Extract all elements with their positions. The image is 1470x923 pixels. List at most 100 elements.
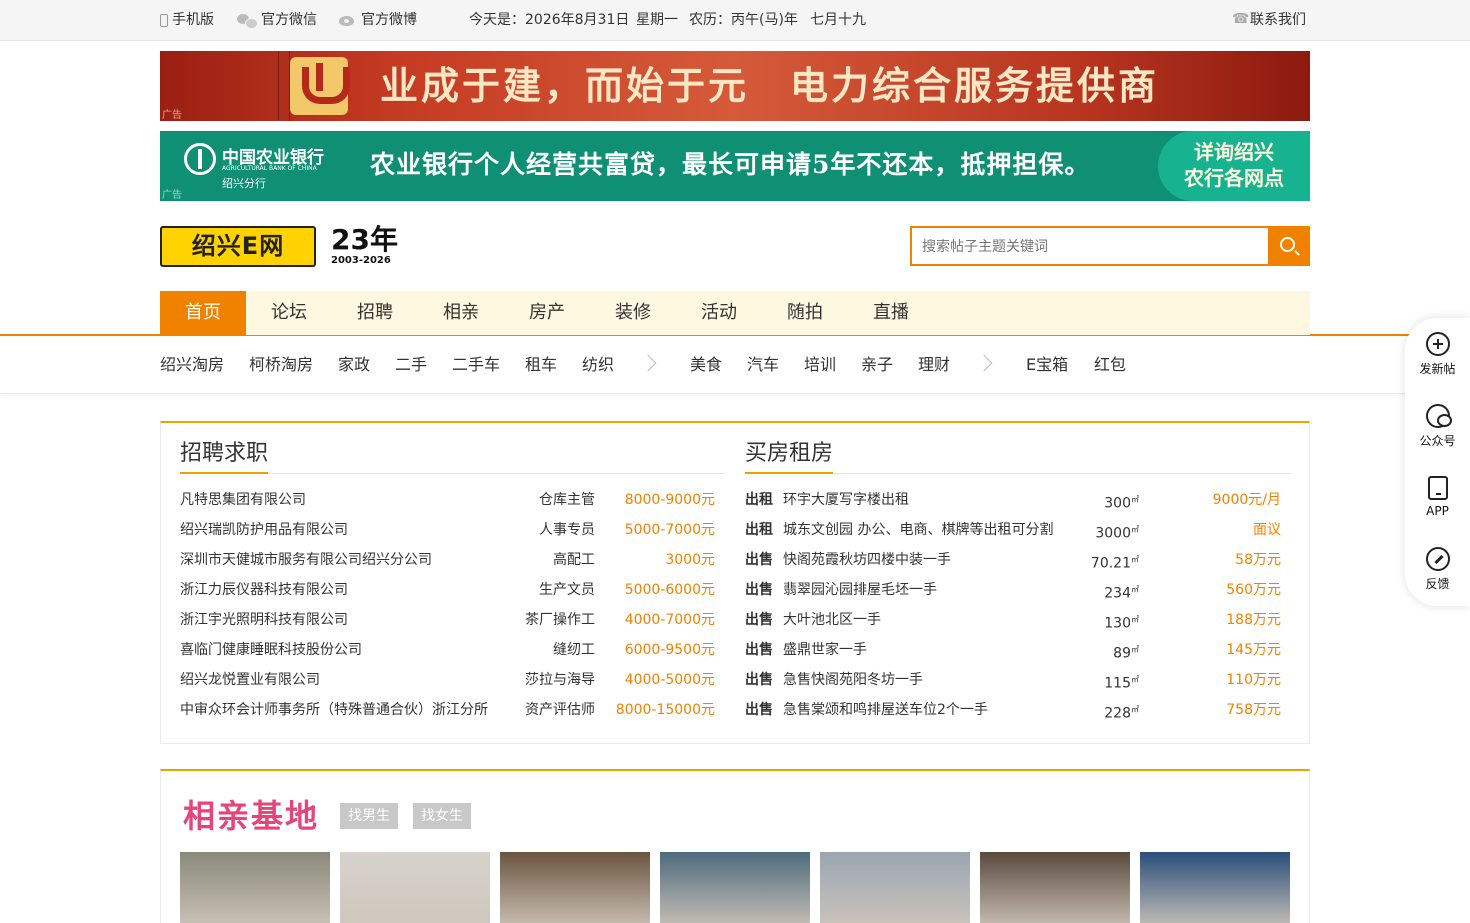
job-salary: 8000-15000元 [615, 702, 715, 718]
subnav-item[interactable]: 家政 [338, 336, 370, 394]
nav-forum[interactable]: 论坛 [246, 291, 332, 335]
subnav-item[interactable]: 柯桥淘房 [249, 336, 313, 394]
wechat-link[interactable]: 官方微信 [237, 0, 317, 40]
job-position: 莎拉与海导 [525, 672, 595, 688]
mobile-link[interactable]: 手机版 [160, 0, 214, 40]
job-row[interactable]: 绍兴瑞凯防护用品有限公司 人事专员 5000-7000元 [180, 515, 715, 545]
find-male-button[interactable]: 找男生 [340, 803, 398, 829]
job-company[interactable]: 绍兴龙悦置业有限公司 [180, 665, 320, 695]
dating-profile-photo[interactable] [340, 852, 490, 923]
housing-type: 出售 [745, 672, 773, 688]
ad-banner-abc-cta[interactable]: 详询绍兴 农行各网点 [1158, 131, 1310, 201]
job-row[interactable]: 凡特思集团有限公司 仓库主管 8000-9000元 [180, 485, 715, 515]
job-row[interactable]: 喜临门健康睡眠科技股份公司 缝纫工 6000-9500元 [180, 635, 715, 665]
search-input[interactable] [910, 226, 1269, 266]
feedback-label: 反馈 [1425, 577, 1450, 591]
subnav-item[interactable]: 汽车 [747, 336, 779, 394]
jobs-section-title[interactable]: 招聘求职 [180, 435, 268, 467]
search-button[interactable] [1268, 226, 1310, 266]
housing-title[interactable]: 环宇大厦写字楼出租 [783, 485, 909, 515]
dating-section-logo[interactable]: 相亲基地 [183, 791, 319, 837]
subnav-item[interactable]: 美食 [690, 336, 722, 394]
dating-profile-photo[interactable] [1140, 852, 1290, 923]
job-company[interactable]: 浙江宇光照明科技有限公司 [180, 605, 348, 635]
housing-title[interactable]: 急售快阁苑阳冬坊一手 [783, 665, 923, 695]
job-row[interactable]: 中审众环会计师事务所（特殊普通合伙）浙江分所 资产评估师 8000-15000元 [180, 695, 715, 725]
nav-dating[interactable]: 相亲 [418, 291, 504, 335]
new-post-label: 发新帖 [1419, 362, 1456, 376]
housing-title[interactable]: 城东文创园 办公、电商、棋牌等出租可分割 [783, 515, 1053, 545]
subnav-item[interactable]: 租车 [525, 336, 557, 394]
weibo-link[interactable]: 官方微博 [339, 0, 417, 40]
subnav-item[interactable]: 二手车 [452, 336, 500, 394]
weibo-icon [339, 14, 357, 27]
job-row[interactable]: 绍兴龙悦置业有限公司 莎拉与海导 4000-5000元 [180, 665, 715, 695]
nav-realestate[interactable]: 房产 [504, 291, 590, 335]
subnav-item[interactable]: 红包 [1094, 336, 1126, 394]
chevron-right-icon [975, 354, 993, 372]
housing-row[interactable]: 出售 急售棠颂和鸣排屋送车位2个一手 228㎡ 758万元 [745, 695, 1281, 725]
housing-title[interactable]: 大叶池北区一手 [783, 605, 881, 635]
new-post-button[interactable]: 发新帖 [1405, 332, 1470, 392]
nav-decoration[interactable]: 装修 [590, 291, 676, 335]
housing-area-unit: ㎡ [1131, 525, 1139, 534]
dating-profile-photo[interactable] [500, 852, 650, 923]
job-row[interactable]: 浙江宇光照明科技有限公司 茶厂操作工 4000-7000元 [180, 605, 715, 635]
housing-title-accent [745, 472, 833, 474]
housing-row[interactable]: 出租 城东文创园 办公、电商、棋牌等出租可分割 3000㎡ 面议 [745, 515, 1281, 545]
official-account-button[interactable]: 公众号 [1405, 404, 1470, 464]
housing-type: 出租 [745, 492, 773, 508]
dating-profile-photo[interactable] [820, 852, 970, 923]
job-salary: 5000-7000元 [624, 522, 715, 538]
anniversary-badge: 23年 2003-2026 [331, 224, 398, 266]
job-company[interactable]: 中审众环会计师事务所（特殊普通合伙）浙江分所 [180, 695, 488, 725]
subnav-item[interactable]: 培训 [804, 336, 836, 394]
subnav-item[interactable]: 纺织 [582, 336, 614, 394]
housing-row[interactable]: 出售 急售快阁苑阳冬坊一手 115㎡ 110万元 [745, 665, 1281, 695]
job-company[interactable]: 绍兴瑞凯防护用品有限公司 [180, 515, 348, 545]
job-company[interactable]: 深圳市天健城市服务有限公司绍兴分公司 [180, 545, 432, 575]
job-company[interactable]: 喜临门健康睡眠科技股份公司 [180, 635, 362, 665]
feedback-button[interactable]: 反馈 [1405, 547, 1470, 607]
housing-row[interactable]: 出售 翡翠园沁园排屋毛坯一手 234㎡ 560万元 [745, 575, 1281, 605]
lunar-year: 农历：丙午(马)年 [689, 12, 798, 28]
dating-profile-photo[interactable] [980, 852, 1130, 923]
housing-title[interactable]: 盛鼎世家一手 [783, 635, 867, 665]
nav-snapshots[interactable]: 随拍 [762, 291, 848, 335]
dating-profile-photo[interactable] [180, 852, 330, 923]
subnav-item[interactable]: 二手 [395, 336, 427, 394]
nav-live[interactable]: 直播 [848, 291, 934, 335]
housing-title[interactable]: 翡翠园沁园排屋毛坯一手 [783, 575, 937, 605]
job-company[interactable]: 凡特思集团有限公司 [180, 485, 306, 515]
job-row[interactable]: 深圳市天健城市服务有限公司绍兴分公司 高配工 3000元 [180, 545, 715, 575]
housing-area-unit: ㎡ [1131, 495, 1139, 504]
subnav-item[interactable]: 亲子 [861, 336, 893, 394]
dating-profile-photo[interactable] [660, 852, 810, 923]
housing-type: 出租 [745, 522, 773, 538]
subnav-item[interactable]: E宝箱 [1026, 336, 1068, 394]
site-logo[interactable]: 绍兴E网 [160, 226, 316, 267]
ad-banner-power[interactable]: 业成于建，而始于元 电力综合服务提供商 广告 [160, 51, 1310, 121]
housing-type: 出售 [745, 612, 773, 628]
subnav-item[interactable]: 理财 [918, 336, 950, 394]
find-female-button[interactable]: 找女生 [413, 803, 471, 829]
ad-banner-abc[interactable]: 中国农业银行 AGRICULTURAL BANK OF CHINA 绍兴分行 农… [160, 131, 1310, 201]
nav-home[interactable]: 首页 [160, 291, 246, 335]
housing-title[interactable]: 急售棠颂和鸣排屋送车位2个一手 [783, 695, 988, 725]
nav-jobs[interactable]: 招聘 [332, 291, 418, 335]
app-button[interactable]: APP [1405, 476, 1470, 536]
housing-area-value: 3000 [1095, 525, 1131, 542]
housing-row[interactable]: 出售 大叶池北区一手 130㎡ 188万元 [745, 605, 1281, 635]
job-company[interactable]: 浙江力辰仪器科技有限公司 [180, 575, 348, 605]
housing-title[interactable]: 快阁苑霞秋坊四楼中装一手 [783, 545, 951, 575]
housing-row[interactable]: 出售 快阁苑霞秋坊四楼中装一手 70.21㎡ 58万元 [745, 545, 1281, 575]
housing-row[interactable]: 出售 盛鼎世家一手 89㎡ 145万元 [745, 635, 1281, 665]
nav-events[interactable]: 活动 [676, 291, 762, 335]
job-position: 茶厂操作工 [525, 612, 595, 628]
subnav-item[interactable]: 绍兴淘房 [160, 336, 224, 394]
contact-link[interactable]: 联系我们 [1232, 0, 1306, 40]
pen-icon [1425, 547, 1450, 571]
housing-row[interactable]: 出租 环宇大厦写字楼出租 300㎡ 9000元/月 [745, 485, 1281, 515]
housing-section-title[interactable]: 买房租房 [745, 435, 833, 467]
job-row[interactable]: 浙江力辰仪器科技有限公司 生产文员 5000-6000元 [180, 575, 715, 605]
